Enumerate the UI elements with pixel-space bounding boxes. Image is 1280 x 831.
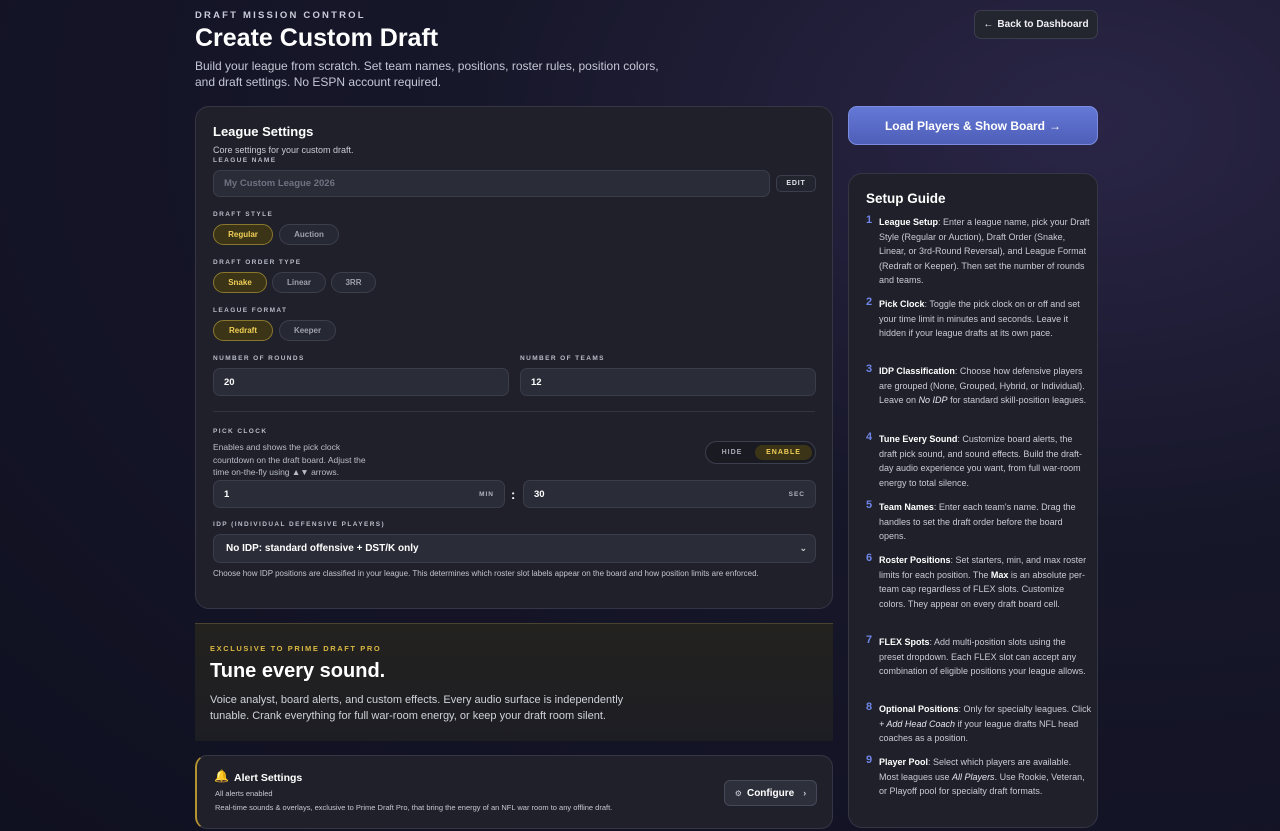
- idp-help-text: Choose how IDP positions are classified …: [213, 569, 759, 578]
- draft-order-3rr[interactable]: 3RR: [331, 272, 376, 293]
- pick-clock-enable-option[interactable]: ENABLE: [755, 445, 812, 460]
- alert-status: All alerts enabled: [215, 789, 273, 798]
- step-title: IDP Classification: [879, 366, 955, 376]
- step-text-cont: for standard skill-position leagues.: [947, 395, 1087, 405]
- page-eyebrow: DRAFT MISSION CONTROL: [195, 10, 366, 21]
- pro-audio-banner: EXCLUSIVE TO PRIME DRAFT PRO Tune every …: [195, 623, 833, 741]
- chevron-right-icon: ›: [803, 788, 807, 798]
- seconds-value: 30: [534, 488, 545, 500]
- pick-clock-label: PICK CLOCK: [213, 428, 268, 435]
- page-subtitle: Build your league from scratch. Set team…: [195, 59, 659, 89]
- step-title: FLEX Spots: [879, 637, 930, 647]
- draft-order-snake[interactable]: Snake: [213, 272, 267, 293]
- step-title: Roster Positions: [879, 555, 951, 565]
- step-text: Only for specialty leagues. Click: [963, 704, 1092, 714]
- promo-eyebrow: EXCLUSIVE TO PRIME DRAFT PRO: [210, 644, 382, 653]
- section-divider: [213, 411, 815, 412]
- arrow-left-icon: ←: [983, 19, 994, 30]
- step-title: Pick Clock: [879, 299, 925, 309]
- rounds-label: NUMBER OF ROUNDS: [213, 355, 305, 362]
- alert-settings-title: Alert Settings: [234, 772, 303, 784]
- step-title: Optional Positions: [879, 704, 959, 714]
- step-number: 7: [866, 634, 873, 646]
- edit-league-name-button[interactable]: EDIT: [776, 175, 816, 192]
- promo-description: Voice analyst, board alerts, and custom …: [210, 694, 624, 722]
- setup-guide-card: Setup Guide 1 League Setup: Enter a leag…: [848, 173, 1098, 828]
- step-emphasis: + Add Head Coach: [879, 718, 955, 729]
- league-format-redraft[interactable]: Redraft: [213, 320, 273, 341]
- step-title: Team Names: [879, 502, 934, 512]
- clock-minutes-input[interactable]: 1 MIN: [213, 480, 505, 508]
- step-title: Player Pool: [879, 757, 929, 767]
- promo-title: Tune every sound.: [210, 660, 386, 682]
- clock-seconds-input[interactable]: 30 SEC: [523, 480, 816, 508]
- idp-select[interactable]: No IDP: standard offensive + DST/K only …: [213, 534, 816, 563]
- step-title: Tune Every Sound: [879, 434, 958, 444]
- page-title: Create Custom Draft: [195, 24, 439, 52]
- step-number: 3: [866, 363, 873, 375]
- teams-label: NUMBER OF TEAMS: [520, 355, 605, 362]
- teams-input[interactable]: 12: [520, 368, 816, 396]
- draft-order-linear[interactable]: Linear: [272, 272, 326, 293]
- league-name-input[interactable]: My Custom League 2026: [213, 170, 770, 197]
- chevron-down-icon: ⌄: [799, 543, 807, 553]
- time-separator: :: [511, 487, 516, 502]
- step-number: 2: [866, 296, 873, 308]
- step-strong: Max: [990, 569, 1009, 580]
- settings-title: League Settings: [213, 124, 314, 139]
- league-format-label: LEAGUE FORMAT: [213, 307, 288, 314]
- seconds-unit: SEC: [788, 490, 805, 498]
- step-number: 4: [866, 431, 873, 443]
- idp-selected-value: No IDP: standard offensive + DST/K only: [226, 543, 419, 554]
- configure-alerts-button[interactable]: ⚙ Configure ›: [724, 780, 817, 806]
- league-settings-card: League Settings Core settings for your c…: [195, 106, 833, 609]
- step-emphasis: All Players: [952, 771, 995, 782]
- step-emphasis: No IDP: [918, 395, 948, 405]
- configure-label: Configure: [746, 787, 795, 799]
- arrow-right-icon: →: [1049, 118, 1062, 133]
- draft-style-regular[interactable]: Regular: [213, 224, 273, 245]
- step-title: League Setup: [879, 217, 939, 227]
- load-players-button[interactable]: Load Players & Show Board →: [848, 106, 1098, 145]
- gear-icon: ⚙: [734, 788, 742, 798]
- step-number: 8: [866, 701, 873, 713]
- step-text: Enter a league name, pick your Draft Sty…: [879, 217, 1090, 285]
- step-number: 1: [866, 214, 873, 226]
- bell-icon: 🔔: [214, 769, 229, 783]
- alert-description: Real-time sounds & overlays, exclusive t…: [215, 803, 613, 812]
- draft-style-auction[interactable]: Auction: [279, 224, 339, 245]
- idp-label: IDP (INDIVIDUAL DEFENSIVE PLAYERS): [213, 521, 386, 528]
- draft-style-label: DRAFT STYLE: [213, 211, 274, 218]
- alert-settings-card: 🔔 Alert Settings All alerts enabled Real…: [195, 755, 833, 829]
- back-button-label: Back to Dashboard: [997, 19, 1089, 30]
- minutes-unit: MIN: [479, 490, 494, 498]
- pick-clock-description: Enables and shows the pick clock countdo…: [213, 442, 366, 477]
- rounds-input[interactable]: 20: [213, 368, 509, 396]
- league-name-label: LEAGUE NAME: [213, 157, 277, 164]
- pick-clock-toggle[interactable]: HIDE ENABLE: [705, 441, 816, 464]
- league-format-keeper[interactable]: Keeper: [279, 320, 336, 341]
- setup-guide-title: Setup Guide: [866, 191, 946, 206]
- step-number: 5: [866, 499, 873, 511]
- step-number: 6: [866, 552, 873, 564]
- load-players-label: Load Players & Show Board: [884, 118, 1046, 133]
- pick-clock-hide-option[interactable]: HIDE: [712, 445, 752, 460]
- settings-subtitle: Core settings for your custom draft.: [213, 145, 354, 155]
- step-number: 9: [866, 754, 873, 766]
- minutes-value: 1: [224, 488, 230, 500]
- draft-order-label: DRAFT ORDER TYPE: [213, 259, 302, 266]
- back-to-dashboard-button[interactable]: ← Back to Dashboard: [974, 10, 1098, 39]
